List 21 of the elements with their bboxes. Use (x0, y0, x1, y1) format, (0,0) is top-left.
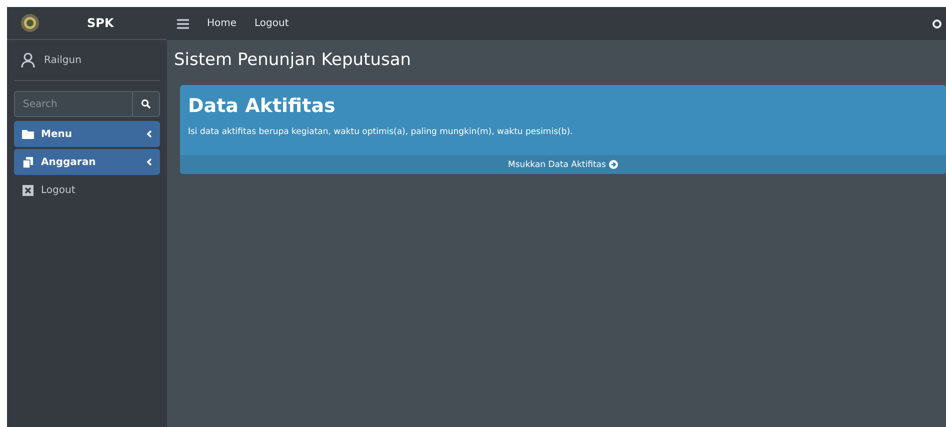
page-title: Sistem Penunjan Keputusan (174, 50, 412, 70)
card-text: Isi data aktifitas berupa kegiatan, waktu optimis(a), paling mungkin(m), waktu pesimis(b). (188, 127, 574, 137)
sidebar-item[interactable]: Logout (14, 177, 160, 203)
folder-icon (22, 128, 34, 140)
search-button[interactable] (132, 91, 160, 117)
menu-icon[interactable] (177, 18, 189, 30)
nav-link[interactable]: Logout (254, 18, 289, 29)
footer-link[interactable]: Msukkan Data Aktifitas (508, 160, 618, 170)
sidebar-item[interactable]: Menu (14, 121, 160, 147)
user-name[interactable]: Railgun (44, 54, 82, 66)
copy-icon (22, 156, 34, 168)
arrow-right-icon (608, 160, 618, 169)
brand-title[interactable]: SPK (87, 16, 114, 30)
search-icon (141, 99, 151, 109)
card-title: Data Aktifitas (188, 95, 336, 117)
nav-link[interactable]: Home (207, 18, 237, 29)
search-field[interactable]: Search (14, 91, 132, 117)
user-icon (20, 52, 36, 68)
logo-icon (21, 14, 39, 32)
sidebar-item[interactable]: Anggaran (14, 149, 160, 175)
close-box-icon (22, 184, 34, 196)
